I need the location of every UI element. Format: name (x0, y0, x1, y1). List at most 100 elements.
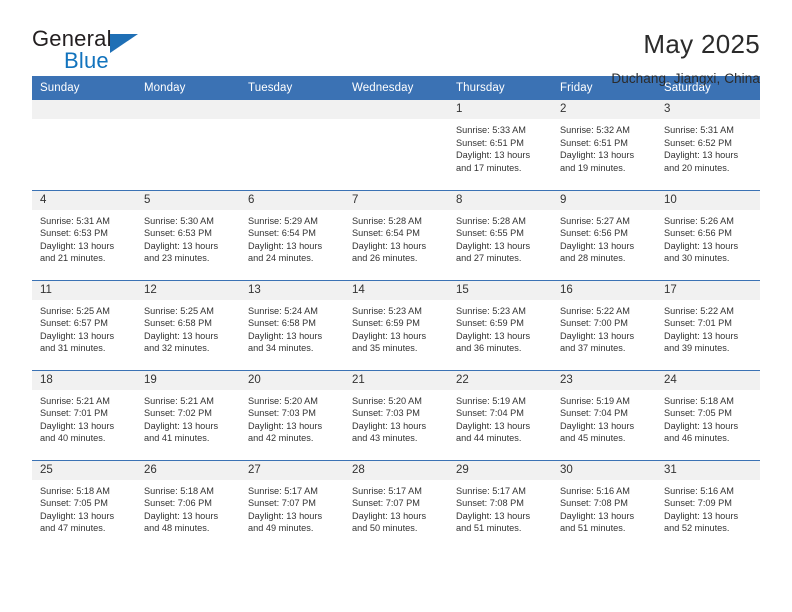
sunset-text: Sunset: 7:02 PM (144, 408, 212, 419)
day-number: 25 (32, 460, 136, 480)
day-number: 23 (552, 370, 656, 390)
calendar-day-cell[interactable]: 10 Sunrise: 5:26 AM Sunset: 6:56 PM Dayligh… (656, 189, 760, 280)
calendar-day-cell[interactable]: 17 Sunrise: 5:22 AM Sunset: 7:01 PM Dayligh… (656, 279, 760, 370)
daylight-text-line2: and 51 minutes. (560, 523, 626, 534)
calendar-day-cell[interactable]: 3 Sunrise: 5:31 AM Sunset: 6:52 PM Daylight… (656, 100, 760, 190)
sunset-text: Sunset: 7:09 PM (664, 498, 732, 509)
daylight-text-line1: Daylight: 13 hours (560, 510, 635, 521)
day-number: 26 (136, 460, 240, 480)
daylight-text-line1: Daylight: 13 hours (40, 240, 115, 251)
calendar-day-cell[interactable]: 15 Sunrise: 5:23 AM Sunset: 6:59 PM Dayligh… (448, 279, 552, 370)
calendar-day-cell[interactable]: 19 Sunrise: 5:21 AM Sunset: 7:02 PM Dayligh… (136, 369, 240, 460)
day-sun-info: Sunrise: 5:31 AM Sunset: 6:53 PM Daylight:… (32, 210, 136, 265)
calendar-day-cell[interactable]: 26 Sunrise: 5:18 AM Sunset: 7:06 PM Dayligh… (136, 459, 240, 550)
sunrise-text: Sunrise: 5:20 AM (248, 395, 318, 406)
calendar-day-cell[interactable]: 6 Sunrise: 5:29 AM Sunset: 6:54 PM Daylight… (240, 189, 344, 280)
sunset-text: Sunset: 7:07 PM (248, 498, 316, 509)
day-number: 11 (32, 280, 136, 300)
day-sun-info: Sunrise: 5:23 AM Sunset: 6:59 PM Daylight:… (344, 300, 448, 355)
sunrise-text: Sunrise: 5:17 AM (352, 485, 422, 496)
day-sun-info: Sunrise: 5:20 AM Sunset: 7:03 PM Daylight:… (344, 390, 448, 445)
day-sun-info: Sunrise: 5:20 AM Sunset: 7:03 PM Daylight:… (240, 390, 344, 445)
daylight-text-line2: and 21 minutes. (40, 253, 106, 264)
calendar-week-row: 25 Sunrise: 5:18 AM Sunset: 7:05 PM Dayligh… (32, 459, 760, 550)
day-number: 12 (136, 280, 240, 300)
calendar-day-cell[interactable]: 1 Sunrise: 5:33 AM Sunset: 6:51 PM Daylight… (448, 100, 552, 190)
sunrise-text: Sunrise: 5:31 AM (40, 215, 110, 226)
calendar-day-cell[interactable]: 5 Sunrise: 5:30 AM Sunset: 6:53 PM Daylight… (136, 189, 240, 280)
day-number (344, 100, 448, 119)
calendar-day-cell[interactable]: 16 Sunrise: 5:22 AM Sunset: 7:00 PM Dayligh… (552, 279, 656, 370)
calendar-day-cell[interactable]: 31 Sunrise: 5:16 AM Sunset: 7:09 PM Dayligh… (656, 459, 760, 550)
calendar-day-cell[interactable]: 22 Sunrise: 5:19 AM Sunset: 7:04 PM Dayligh… (448, 369, 552, 460)
daylight-text-line2: and 47 minutes. (40, 523, 106, 534)
daylight-text-line2: and 26 minutes. (352, 253, 418, 264)
daylight-text-line2: and 17 minutes. (456, 162, 522, 173)
calendar-week-row: 4 Sunrise: 5:31 AM Sunset: 6:53 PM Daylight… (32, 189, 760, 280)
daylight-text-line1: Daylight: 13 hours (664, 510, 739, 521)
calendar-day-cell[interactable]: 12 Sunrise: 5:25 AM Sunset: 6:58 PM Dayligh… (136, 279, 240, 370)
sunrise-text: Sunrise: 5:25 AM (144, 305, 214, 316)
calendar-day-cell[interactable]: 2 Sunrise: 5:32 AM Sunset: 6:51 PM Daylight… (552, 100, 656, 190)
daylight-text-line2: and 45 minutes. (560, 433, 626, 444)
daylight-text-line1: Daylight: 13 hours (144, 330, 219, 341)
day-number: 31 (656, 460, 760, 480)
calendar-day-cell[interactable]: 30 Sunrise: 5:16 AM Sunset: 7:08 PM Dayligh… (552, 459, 656, 550)
day-sun-info: Sunrise: 5:21 AM Sunset: 7:01 PM Daylight:… (32, 390, 136, 445)
sunrise-text: Sunrise: 5:25 AM (40, 305, 110, 316)
sunrise-text: Sunrise: 5:21 AM (40, 395, 110, 406)
sunset-text: Sunset: 6:59 PM (352, 318, 420, 329)
daylight-text-line1: Daylight: 13 hours (40, 510, 115, 521)
day-sun-info: Sunrise: 5:26 AM Sunset: 6:56 PM Daylight:… (656, 210, 760, 265)
calendar-day-cell[interactable]: 13 Sunrise: 5:24 AM Sunset: 6:58 PM Dayligh… (240, 279, 344, 370)
calendar-day-cell[interactable]: 4 Sunrise: 5:31 AM Sunset: 6:53 PM Daylight… (32, 189, 136, 280)
sunrise-text: Sunrise: 5:17 AM (456, 485, 526, 496)
sunset-text: Sunset: 6:58 PM (144, 318, 212, 329)
sunset-text: Sunset: 7:05 PM (40, 498, 108, 509)
weekday-header-tuesday: Tuesday (240, 76, 344, 100)
calendar-day-cell[interactable]: 28 Sunrise: 5:17 AM Sunset: 7:07 PM Dayligh… (344, 459, 448, 550)
calendar-day-cell[interactable]: 11 Sunrise: 5:25 AM Sunset: 6:57 PM Dayligh… (32, 279, 136, 370)
calendar-day-cell-empty (240, 100, 344, 190)
calendar-week-row: 1 Sunrise: 5:33 AM Sunset: 6:51 PM Daylight… (32, 100, 760, 190)
calendar-day-cell[interactable]: 27 Sunrise: 5:17 AM Sunset: 7:07 PM Dayligh… (240, 459, 344, 550)
day-sun-info: Sunrise: 5:23 AM Sunset: 6:59 PM Daylight:… (448, 300, 552, 355)
calendar-day-cell[interactable]: 9 Sunrise: 5:27 AM Sunset: 6:56 PM Daylight… (552, 189, 656, 280)
day-sun-info: Sunrise: 5:24 AM Sunset: 6:58 PM Daylight:… (240, 300, 344, 355)
day-sun-info: Sunrise: 5:29 AM Sunset: 6:54 PM Daylight:… (240, 210, 344, 265)
daylight-text-line1: Daylight: 13 hours (144, 420, 219, 431)
calendar-day-cell[interactable]: 7 Sunrise: 5:28 AM Sunset: 6:54 PM Daylight… (344, 189, 448, 280)
sunset-text: Sunset: 6:56 PM (560, 228, 628, 239)
day-number: 20 (240, 370, 344, 390)
daylight-text-line2: and 39 minutes. (664, 343, 730, 354)
calendar-day-cell[interactable]: 20 Sunrise: 5:20 AM Sunset: 7:03 PM Dayligh… (240, 369, 344, 460)
sunset-text: Sunset: 6:56 PM (664, 228, 732, 239)
calendar-day-cell[interactable]: 14 Sunrise: 5:23 AM Sunset: 6:59 PM Dayligh… (344, 279, 448, 370)
calendar-day-cell[interactable]: 8 Sunrise: 5:28 AM Sunset: 6:55 PM Daylight… (448, 189, 552, 280)
sunset-text: Sunset: 6:53 PM (40, 228, 108, 239)
sunrise-text: Sunrise: 5:32 AM (560, 125, 630, 135)
day-sun-info: Sunrise: 5:22 AM Sunset: 7:01 PM Daylight:… (656, 300, 760, 355)
sunset-text: Sunset: 7:08 PM (456, 498, 524, 509)
day-number: 28 (344, 460, 448, 480)
calendar-day-cell[interactable]: 29 Sunrise: 5:17 AM Sunset: 7:08 PM Dayligh… (448, 459, 552, 550)
daylight-text-line1: Daylight: 13 hours (456, 420, 531, 431)
sunrise-text: Sunrise: 5:28 AM (352, 215, 422, 226)
daylight-text-line1: Daylight: 13 hours (40, 420, 115, 431)
day-sun-info: Sunrise: 5:31 AM Sunset: 6:52 PM Daylight:… (656, 119, 760, 174)
calendar-day-cell[interactable]: 21 Sunrise: 5:20 AM Sunset: 7:03 PM Dayligh… (344, 369, 448, 460)
general-blue-logo[interactable]: General Blue (32, 28, 152, 80)
calendar-day-cell[interactable]: 23 Sunrise: 5:19 AM Sunset: 7:04 PM Dayligh… (552, 369, 656, 460)
daylight-text-line1: Daylight: 13 hours (560, 420, 635, 431)
calendar-day-cell[interactable]: 24 Sunrise: 5:18 AM Sunset: 7:05 PM Dayligh… (656, 369, 760, 460)
daylight-text-line1: Daylight: 13 hours (664, 330, 739, 341)
sunrise-text: Sunrise: 5:20 AM (352, 395, 422, 406)
calendar-day-cell[interactable]: 25 Sunrise: 5:18 AM Sunset: 7:05 PM Dayligh… (32, 459, 136, 550)
day-number: 19 (136, 370, 240, 390)
daylight-text-line1: Daylight: 13 hours (248, 240, 323, 251)
daylight-text-line2: and 30 minutes. (664, 253, 730, 264)
sunrise-text: Sunrise: 5:16 AM (560, 485, 630, 496)
calendar-day-cell[interactable]: 18 Sunrise: 5:21 AM Sunset: 7:01 PM Dayligh… (32, 369, 136, 460)
day-number: 22 (448, 370, 552, 390)
sunset-text: Sunset: 7:00 PM (560, 318, 628, 329)
